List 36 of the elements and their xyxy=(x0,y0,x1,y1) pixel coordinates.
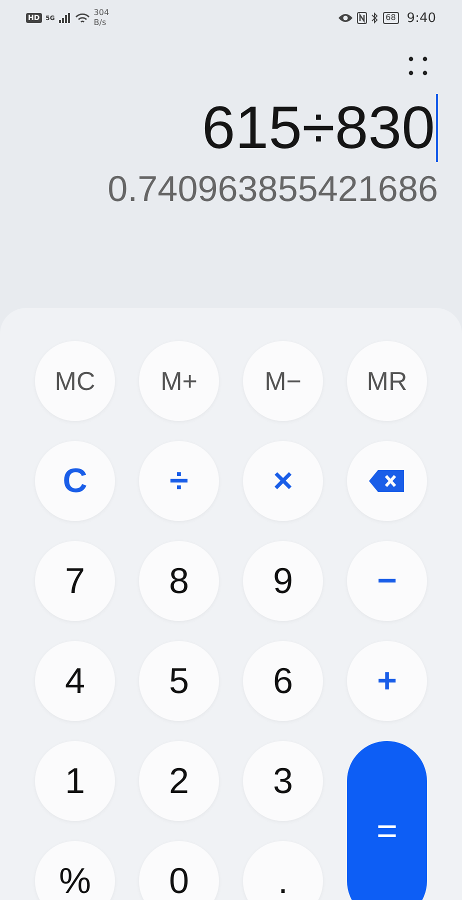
menu-dots-icon[interactable] xyxy=(408,56,428,76)
speed-value: 304 xyxy=(94,8,110,18)
operator-button[interactable]: ÷ xyxy=(139,441,219,521)
key-button[interactable]: % xyxy=(35,841,115,900)
operator-button[interactable]: − xyxy=(347,541,427,621)
operator-button[interactable]: + xyxy=(347,641,427,721)
wifi-icon xyxy=(74,12,90,24)
memory-button[interactable]: M− xyxy=(243,341,323,421)
key-button[interactable]: 9 xyxy=(243,541,323,621)
eye-icon xyxy=(338,13,353,23)
key-button[interactable]: 0 xyxy=(139,841,219,900)
key-button[interactable]: 8 xyxy=(139,541,219,621)
bluetooth-icon xyxy=(370,12,379,24)
operator-button[interactable]: C xyxy=(35,441,115,521)
speed-unit: B/s xyxy=(94,18,108,28)
memory-button[interactable]: MR xyxy=(347,341,427,421)
result-text: 0.740963855421686 xyxy=(108,167,438,211)
key-button[interactable]: 7 xyxy=(35,541,115,621)
signal-icon xyxy=(58,13,71,23)
text-cursor xyxy=(436,94,438,162)
clock-time: 9:40 xyxy=(406,10,436,26)
nfc-icon xyxy=(356,12,367,24)
key-button[interactable]: 2 xyxy=(139,741,219,821)
memory-button[interactable]: M+ xyxy=(139,341,219,421)
key-button[interactable]: 1 xyxy=(35,741,115,821)
memory-button[interactable]: MC xyxy=(35,341,115,421)
key-button[interactable]: 4 xyxy=(35,641,115,721)
key-button[interactable]: . xyxy=(243,841,323,900)
key-button[interactable]: 3 xyxy=(243,741,323,821)
key-button[interactable]: 5 xyxy=(139,641,219,721)
equals-button[interactable]: = xyxy=(347,741,427,900)
expression-text: 615÷830 xyxy=(202,93,435,163)
battery-level: 68 xyxy=(382,12,399,24)
key-button[interactable]: 6 xyxy=(243,641,323,721)
operator-button[interactable]: × xyxy=(243,441,323,521)
backspace-icon xyxy=(368,469,406,493)
